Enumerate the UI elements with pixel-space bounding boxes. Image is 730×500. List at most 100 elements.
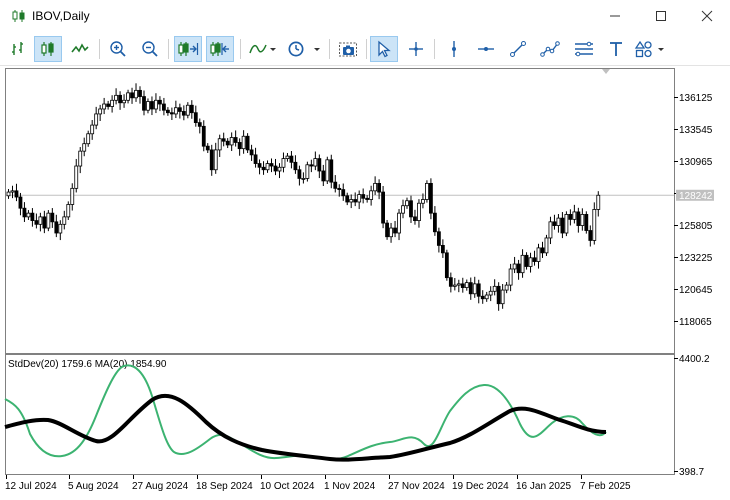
price-tick-label: 130965	[679, 157, 713, 168]
candle-body	[341, 189, 346, 197]
bar-chart-icon	[12, 42, 23, 55]
fibonacci-button[interactable]	[570, 36, 598, 62]
candle-body	[62, 216, 67, 225]
candle-body	[492, 285, 497, 292]
candle	[584, 211, 589, 234]
candle-body	[150, 101, 154, 110]
candle-body	[26, 212, 31, 218]
candle-body	[86, 133, 91, 145]
equidistant-channel-button[interactable]	[536, 36, 564, 62]
candle-body	[528, 257, 533, 267]
candle	[444, 249, 449, 281]
title-bar[interactable]: IBOV,Daily	[0, 0, 730, 32]
candle-body	[365, 197, 370, 200]
candle-body	[476, 283, 481, 297]
candle-body	[70, 187, 75, 205]
candle-body	[321, 170, 326, 182]
candle-body	[317, 158, 322, 172]
candle-body	[333, 181, 338, 189]
horizontal-line-icon	[478, 47, 494, 51]
date-axis[interactable]: 12 Jul 2024 5 Aug 2024 27 Aug 2024 18 Se…	[5, 475, 631, 492]
crosshair-icon	[409, 42, 423, 56]
chart-window: IBOV,Daily 136125 133545 130965 125805 1…	[0, 0, 730, 500]
price-axis[interactable]: 136125 133545 130965 128385 125805 12322…	[674, 93, 713, 328]
cursor-button[interactable]	[370, 36, 398, 62]
candle-body	[38, 216, 43, 225]
candle-body	[257, 163, 262, 168]
toolbar-separator	[240, 39, 241, 59]
date-tick-label: 27 Aug 2024	[132, 481, 189, 492]
candle-body	[596, 194, 601, 210]
indicator-max-label: 4400.2	[679, 354, 710, 365]
candle-body	[90, 124, 95, 135]
crosshair-button[interactable]	[402, 36, 430, 62]
zoom-out-icon	[142, 41, 158, 57]
zoom-in-button[interactable]	[104, 36, 132, 62]
candle-body	[504, 284, 509, 291]
date-tick-label: 27 Nov 2024	[388, 481, 445, 492]
candle-body	[576, 211, 581, 226]
chart-area[interactable]: 136125 133545 130965 128385 125805 12322…	[0, 66, 730, 500]
candle-body	[285, 155, 290, 159]
candle-body	[82, 143, 87, 152]
bar-chart-button[interactable]	[4, 36, 32, 62]
trendline-button[interactable]	[504, 36, 532, 62]
candle-body	[261, 166, 266, 171]
candle-body	[269, 163, 274, 167]
candle-body	[265, 163, 270, 171]
candle-body	[592, 209, 597, 241]
candle-body	[122, 99, 126, 104]
auto-scroll-button[interactable]	[174, 36, 202, 62]
candle-body	[162, 103, 166, 111]
candle-body	[249, 149, 254, 156]
line-chart-button[interactable]	[66, 36, 94, 62]
zoom-out-button[interactable]	[136, 36, 164, 62]
camera-icon	[339, 42, 357, 57]
periods-button[interactable]	[284, 36, 324, 62]
candle-body	[425, 182, 429, 200]
candle-body	[536, 247, 541, 262]
candle-body	[325, 159, 330, 182]
candle-body	[329, 159, 334, 183]
current-price-label: 128242	[679, 191, 713, 202]
close-button[interactable]	[684, 0, 730, 32]
date-tick: 19 Dec 2024	[452, 475, 509, 492]
text-button[interactable]	[602, 36, 630, 62]
candle-body	[357, 194, 362, 203]
price-tick: 130965	[674, 157, 713, 168]
candle-body	[58, 223, 63, 234]
screenshot-button[interactable]	[334, 36, 362, 62]
shapes-button[interactable]	[632, 36, 670, 62]
date-tick: 16 Jan 2025	[516, 475, 571, 492]
candle-body	[30, 212, 35, 222]
candle-body	[572, 211, 577, 220]
indicators-button[interactable]	[246, 36, 280, 62]
price-tick: 133545	[674, 125, 713, 136]
candle-body	[173, 107, 178, 115]
candle	[325, 156, 330, 185]
candle-body	[401, 205, 405, 214]
candle-body	[213, 149, 218, 171]
candle-body	[472, 283, 477, 295]
horizontal-line-button[interactable]	[472, 36, 500, 62]
maximize-button[interactable]	[638, 0, 684, 32]
candle-body	[500, 289, 505, 305]
indicator-panel[interactable]	[5, 354, 675, 475]
candle-body	[217, 138, 222, 151]
candle-body	[146, 101, 150, 111]
candle-body	[353, 199, 358, 203]
chart-shift-button[interactable]	[206, 36, 234, 62]
shapes-icon	[634, 40, 664, 58]
candle-body	[118, 94, 122, 104]
candle-body	[444, 252, 449, 279]
toolbar-separator	[434, 39, 435, 59]
minimize-button[interactable]	[592, 0, 638, 32]
candle-body	[568, 213, 573, 220]
vertical-line-icon	[452, 41, 456, 57]
date-tick: 27 Aug 2024	[132, 475, 189, 492]
candle-body	[448, 277, 453, 287]
date-tick: 7 Feb 2025	[580, 475, 631, 492]
vertical-line-button[interactable]	[440, 36, 468, 62]
candle-body	[54, 221, 59, 234]
candlestick-button[interactable]	[34, 36, 62, 62]
